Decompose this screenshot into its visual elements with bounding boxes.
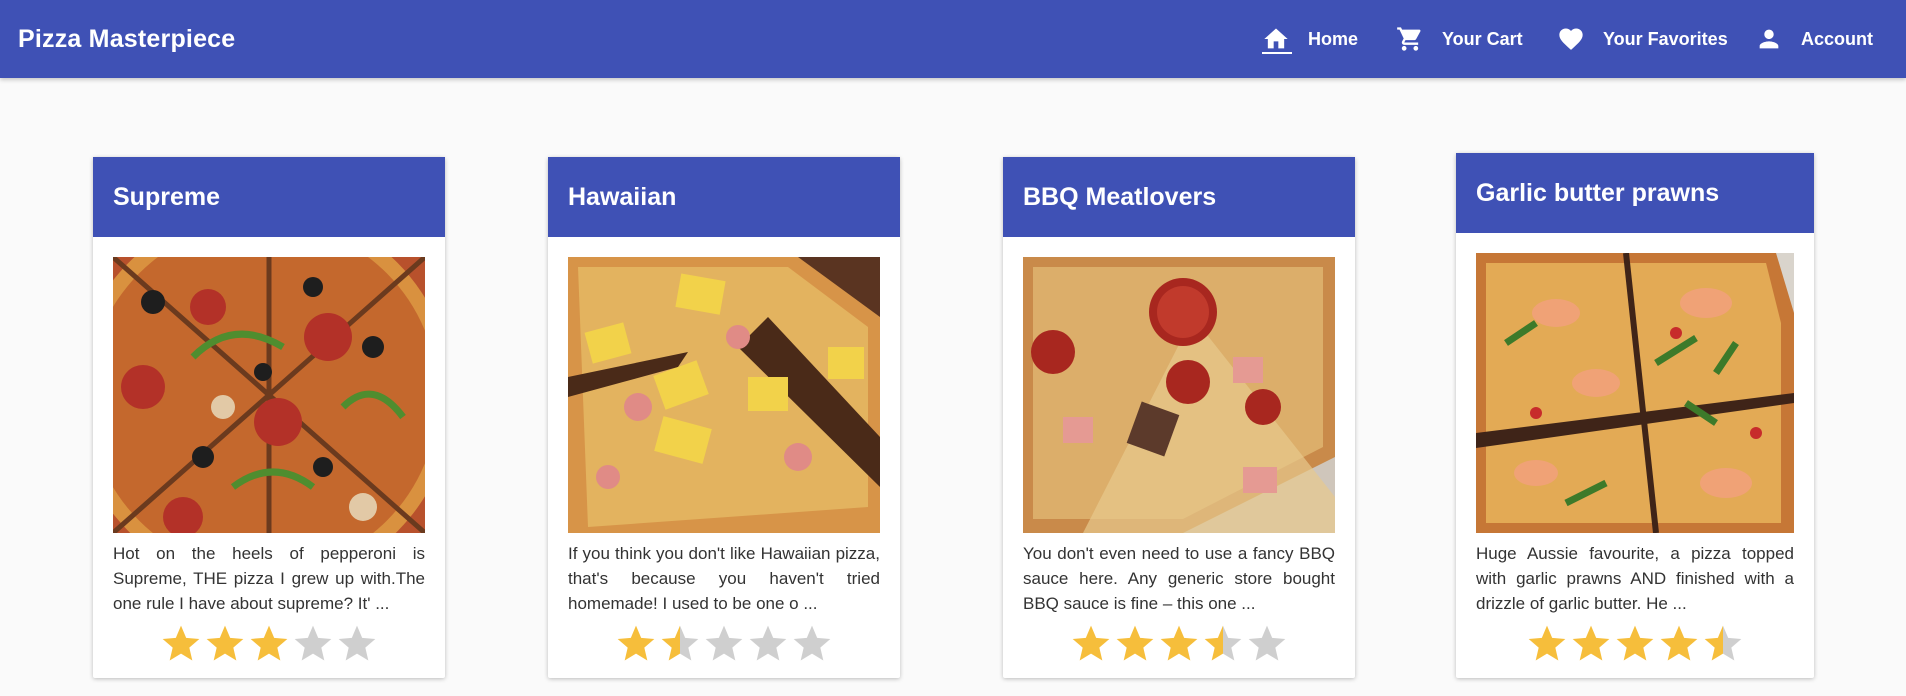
- star-icon[interactable]: [291, 622, 335, 666]
- cart-icon: [1396, 25, 1424, 53]
- card-title: Supreme: [93, 157, 445, 237]
- pizza-image: [1476, 253, 1794, 533]
- star-rating[interactable]: [1003, 622, 1355, 666]
- pizza-card-supreme[interactable]: Supreme Hot on the heels of pepperoni is…: [93, 157, 445, 678]
- star-icon[interactable]: [203, 622, 247, 666]
- star-icon[interactable]: [1245, 622, 1289, 666]
- star-rating[interactable]: [1456, 622, 1814, 666]
- card-description: Huge Aussie favourite, a pizza topped wi…: [1476, 544, 1794, 613]
- nav-home[interactable]: Home: [1262, 0, 1358, 78]
- nav-cart[interactable]: Your Cart: [1396, 0, 1523, 78]
- star-icon[interactable]: [247, 622, 291, 666]
- star-icon[interactable]: [1613, 622, 1657, 666]
- star-icon[interactable]: [1701, 622, 1745, 666]
- star-icon[interactable]: [1525, 622, 1569, 666]
- card-description: Hot on the heels of pepperoni is Supreme…: [113, 544, 425, 613]
- star-icon[interactable]: [1069, 622, 1113, 666]
- star-icon[interactable]: [1569, 622, 1613, 666]
- star-rating[interactable]: [548, 622, 900, 666]
- star-icon[interactable]: [614, 622, 658, 666]
- star-icon[interactable]: [658, 622, 702, 666]
- card-description: If you think you don't like Hawaiian piz…: [568, 544, 880, 613]
- star-icon[interactable]: [1157, 622, 1201, 666]
- card-title: Garlic butter prawns: [1456, 153, 1814, 233]
- nav-cart-label: Your Cart: [1442, 28, 1523, 49]
- card-description: You don't even need to use a fancy BBQ s…: [1023, 544, 1335, 613]
- star-icon[interactable]: [746, 622, 790, 666]
- card-title: Hawaiian: [548, 157, 900, 237]
- pizza-card-garlic-butter-prawns[interactable]: Garlic butter prawns Huge Aussie favouri…: [1456, 153, 1814, 678]
- heart-icon: [1557, 25, 1585, 53]
- nav-home-label: Home: [1308, 28, 1359, 49]
- nav-account-label: Account: [1801, 28, 1873, 49]
- nav-favorites[interactable]: Your Favorites: [1557, 0, 1728, 78]
- pizza-image: [1023, 257, 1335, 533]
- nav-favorites-label: Your Favorites: [1603, 28, 1728, 49]
- star-icon[interactable]: [1201, 622, 1245, 666]
- active-nav-indicator: [1262, 52, 1292, 54]
- card-title: BBQ Meatlovers: [1003, 157, 1355, 237]
- top-toolbar: Pizza Masterpiece Home Your Cart Your Fa…: [0, 0, 1906, 78]
- pizza-image: [568, 257, 880, 533]
- star-icon[interactable]: [335, 622, 379, 666]
- star-icon[interactable]: [1657, 622, 1701, 666]
- star-icon[interactable]: [1113, 622, 1157, 666]
- pizza-card-bbq-meatlovers[interactable]: BBQ Meatlovers You don't even need to us…: [1003, 157, 1355, 678]
- nav-account[interactable]: Account: [1755, 0, 1873, 78]
- star-icon[interactable]: [159, 622, 203, 666]
- person-icon: [1755, 25, 1783, 53]
- home-icon: [1262, 25, 1290, 53]
- pizza-image: [113, 257, 425, 533]
- star-icon[interactable]: [790, 622, 834, 666]
- star-icon[interactable]: [702, 622, 746, 666]
- pizza-card-hawaiian[interactable]: Hawaiian If you think you don't like Haw…: [548, 157, 900, 678]
- app-title[interactable]: Pizza Masterpiece: [18, 0, 235, 78]
- star-rating[interactable]: [93, 622, 445, 666]
